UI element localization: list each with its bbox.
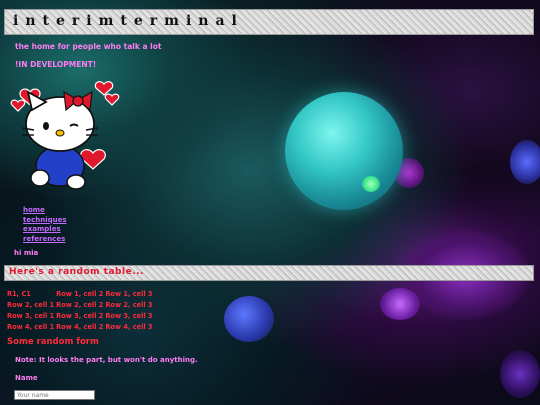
background-bubble: [510, 140, 540, 184]
table-section-heading: Here's a random table...: [9, 267, 144, 277]
heart-icon: [10, 99, 26, 112]
table-cell: Row 1, cell 2: [56, 289, 104, 298]
name-input[interactable]: [14, 390, 95, 400]
table-row: Row 4, cell 1 Row 4, cell 2 Row 4, cell …: [7, 321, 155, 332]
nav-link-references[interactable]: references: [23, 235, 67, 245]
greeting-text: hi mia: [14, 249, 39, 257]
form-note: Note: It looks the part, but won't do an…: [15, 356, 198, 364]
table-cell: Row 3, cell 1: [7, 311, 55, 320]
table-cell: Row 4, cell 3: [105, 322, 153, 331]
table-cell: Row 1, cell 3: [105, 289, 153, 298]
glowing-orb: [285, 92, 403, 210]
nav-link-examples[interactable]: examples: [23, 225, 67, 235]
background-bubble: [224, 296, 274, 342]
table-cell: R1, C1: [7, 289, 31, 298]
site-title-bar: interimterminal: [4, 9, 534, 35]
name-field-label: Name: [15, 374, 38, 382]
table-section-bar: Here's a random table...: [4, 265, 534, 281]
site-nav: home techniques examples references: [23, 206, 67, 244]
table-cell: Row 3, cell 3: [105, 311, 153, 320]
dev-status: !IN DEVELOPMENT!: [15, 60, 97, 69]
table-row: Row 3, cell 1 Row 3, cell 2 Row 3, cell …: [7, 310, 155, 321]
background-bubble: [380, 288, 420, 320]
orb-highlight: [362, 176, 380, 192]
site-tagline: the home for people who talk a lot: [15, 42, 162, 51]
table-cell: Row 3, cell 2: [56, 311, 104, 320]
table-cell: Row 2, cell 3: [105, 300, 153, 309]
site-title: interimterminal: [13, 13, 244, 29]
table-cell: Row 2, cell 1: [7, 300, 55, 309]
table-cell: Row 2, cell 2: [56, 300, 104, 309]
table-cell: Row 4, cell 1: [7, 322, 55, 331]
table-cell: Row 4, cell 2: [56, 322, 104, 331]
random-table: R1, C1 Row 1, cell 2 Row 1, cell 3 Row 2…: [7, 288, 155, 332]
nav-link-home[interactable]: home: [23, 206, 67, 216]
table-row: Row 2, cell 1 Row 2, cell 2 Row 2, cell …: [7, 299, 155, 310]
nav-link-techniques[interactable]: techniques: [23, 216, 67, 226]
form-heading: Some random form: [7, 337, 99, 347]
heart-icon: [94, 81, 114, 96]
form-note-text: It looks the part, but won't do anything…: [39, 356, 198, 364]
form-note-label: Note:: [15, 356, 37, 364]
hello-kitty-image: [10, 81, 120, 190]
heart-icon: [104, 93, 120, 106]
table-row: R1, C1 Row 1, cell 2 Row 1, cell 3: [7, 288, 155, 299]
background-bubble: [500, 350, 540, 398]
